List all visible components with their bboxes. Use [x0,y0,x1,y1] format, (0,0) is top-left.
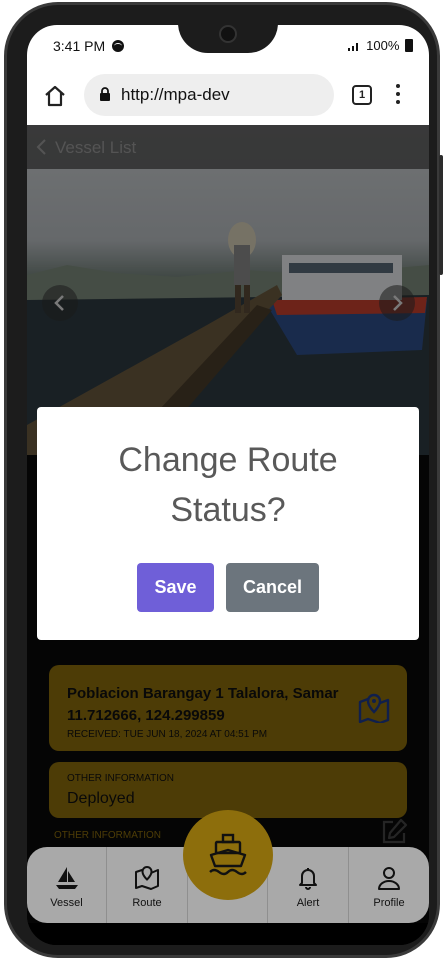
browser-toolbar: http://mpa-dev 1 [27,69,429,125]
nav-item-profile[interactable]: Profile [349,847,429,923]
status-time-text: 3:41 PM [53,38,106,54]
lock-icon [100,87,110,101]
phone-frame: 3:41 PM 100% http://mpa-dev 1 Vessel Lis… [4,2,443,958]
modal-title: Change Route Status? [118,441,338,529]
change-status-modal: Change Route Status? Save Cancel [37,407,419,640]
battery-text: 100% [366,38,400,53]
nav-item-alert[interactable]: Alert [268,847,349,923]
save-button[interactable]: Save [137,563,214,612]
nav-label-route: Route [132,897,162,909]
nav-item-vessel[interactable]: Vessel [27,847,107,923]
url-text: http://mpa-dev [121,85,230,104]
ship-fab-button[interactable] [183,810,273,900]
power-button [439,155,443,275]
nav-item-route[interactable]: Route [107,847,188,923]
map-icon [135,865,159,890]
status-right: 100% [347,38,413,53]
ship-icon [209,833,247,876]
home-icon[interactable] [43,84,67,108]
screen: 3:41 PM 100% http://mpa-dev 1 Vessel Lis… [27,25,429,945]
nav-label-profile: Profile [373,897,405,909]
url-bar[interactable]: http://mpa-dev [84,74,334,116]
camera-icon [219,25,237,43]
tab-switcher-button[interactable]: 1 [352,85,372,105]
nav-label-alert: Alert [296,897,320,909]
user-icon [378,867,400,890]
browser-menu-icon[interactable] [393,84,403,106]
sailboat-icon [55,867,78,889]
battery-icon [405,39,413,52]
nav-label-vessel: Vessel [50,897,83,909]
cancel-button[interactable]: Cancel [226,563,319,612]
signal-icon [347,43,358,51]
gesture-area [27,923,429,945]
spotify-icon [112,40,125,52]
app-content: Vessel List Poblacion Barangay 1 Talalor… [27,125,429,945]
bell-icon [299,868,317,890]
status-time: 3:41 PM [53,38,125,54]
